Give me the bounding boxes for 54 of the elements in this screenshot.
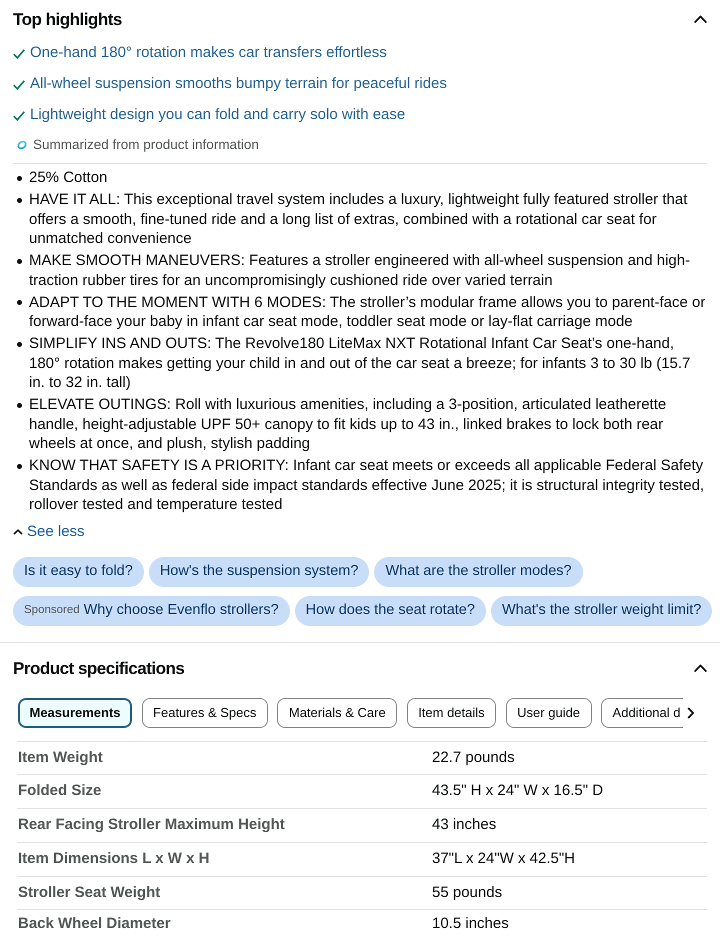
- spec-label: Item Dimensions L x W x H: [17, 842, 431, 876]
- spec-tab[interactable]: Item details: [406, 698, 496, 728]
- spec-tab[interactable]: Additional d: [601, 698, 682, 728]
- spec-value: 22.7 pounds: [431, 741, 707, 775]
- caret-icon: [13, 529, 23, 535]
- bullet-text: ELEVATE OUTINGS: Roll with luxurious amenities, including a 3-position, articulated leatherette handle, height-adjustable UPF 50+ canopy to fit kids up to 43 in., linked brakes to lock both rear wheels at once, and plush, stylish padding: [29, 395, 668, 454]
- highlight-link[interactable]: One-hand 180° rotation makes car transfers effortless: [30, 42, 387, 65]
- bullet-icon: [17, 300, 22, 305]
- bullet-icon: [17, 176, 22, 180]
- question-chip[interactable]: How's the suspension system?: [148, 557, 370, 587]
- spec-label: Back Wheel Diameter: [17, 910, 431, 939]
- source-note: Summarized from product information: [33, 136, 259, 154]
- bullet-icon: [17, 198, 22, 202]
- question-chip[interactable]: What are the stroller modes?: [374, 557, 583, 587]
- bullet-text: HAVE IT ALL: This exceptional travel system includes a luxury, lightweight fully featured stroller that offers a smooth, fine-tuned ride and a long list of extras, combined with a rotational car seat for unmatched convenience: [29, 190, 688, 248]
- spec-label: Rear Facing Stroller Maximum Height: [17, 808, 431, 842]
- question-chip[interactable]: What's the stroller weight limit?: [490, 596, 712, 626]
- chevron-right-icon[interactable]: [687, 706, 694, 719]
- spec-tab[interactable]: Features & Specs: [142, 698, 268, 728]
- sponsored-label: Sponsored: [24, 603, 80, 618]
- question-chip[interactable]: Is it easy to fold?: [13, 557, 144, 587]
- spec-tab[interactable]: Materials & Care: [277, 698, 398, 728]
- chevron-icon[interactable]: [694, 664, 707, 672]
- bullet-text: ADAPT TO THE MOMENT WITH 6 MODES: The stroller’s modular frame allows you to parent-face or forward-face your baby in infant car seat mode, toddler seat mode or lay-flat carriage mode: [29, 292, 706, 332]
- check-icon: [13, 110, 25, 120]
- bullet-icon: [17, 402, 22, 408]
- spec-label: Stroller Seat Weight: [17, 876, 431, 910]
- question-chip[interactable]: How does the seat rotate?: [294, 596, 486, 626]
- bullet-icon: [17, 258, 22, 264]
- ring-icon: [17, 140, 27, 150]
- spec-tab[interactable]: User guide: [506, 698, 592, 728]
- bullet-text: KNOW THAT SAFETY IS A PRIORITY: Infant car seat meets or exceeds all applicable Federal Safety Standards as well as federal side impact standards effective June 2025; it is structural integrity tested, rollover tested and temperature tested: [29, 456, 706, 514]
- chevron-icon[interactable]: [694, 15, 707, 23]
- spec-tab[interactable]: Measurements: [18, 698, 132, 728]
- check-icon: [13, 48, 25, 58]
- bullet-text: SIMPLIFY INS AND OUTS: The Revolve180 LiteMax NXT Rotational Infant Car Seat’s one-hand, 180° rotation makes getting your child in and out of the car seat a breeze; for infants 3 to 30 lb (15.7 in. to 32 in. tall): [29, 334, 692, 392]
- spec-value: 55 pounds: [431, 876, 707, 910]
- section-heading: Top highlights: [13, 8, 122, 30]
- spec-label: Folded Size: [17, 774, 431, 809]
- highlight-link[interactable]: All-wheel suspension smooths bumpy terrain for peaceful rides: [30, 73, 447, 96]
- bullet-icon: [17, 464, 22, 468]
- bullet-text: MAKE SMOOTH MANEUVERS: Features a stroller engineered with all-wheel suspension and high-traction rubber tires for an uncompromisingly cushioned ride over varied terrain: [29, 251, 692, 290]
- spec-value: 43 inches: [431, 808, 707, 842]
- question-chip[interactable]: Sponsored Why choose Evenflo strollers?: [13, 596, 290, 626]
- spec-value: 10.5 inches: [431, 910, 707, 939]
- see-less-link[interactable]: See less: [13, 522, 85, 542]
- spec-value: 43.5" H x 24" W x 16.5" D: [431, 774, 707, 809]
- highlight-link[interactable]: Lightweight design you can fold and carry solo with ease: [30, 104, 406, 127]
- spec-value: 37"L x 24"W x 42.5"H: [431, 842, 707, 876]
- check-icon: [13, 80, 25, 90]
- bullet-icon: [17, 342, 22, 346]
- spec-label: Item Weight: [17, 741, 431, 775]
- section-heading: Product specifications: [13, 658, 184, 678]
- bullet-text: 25% Cotton: [29, 168, 108, 188]
